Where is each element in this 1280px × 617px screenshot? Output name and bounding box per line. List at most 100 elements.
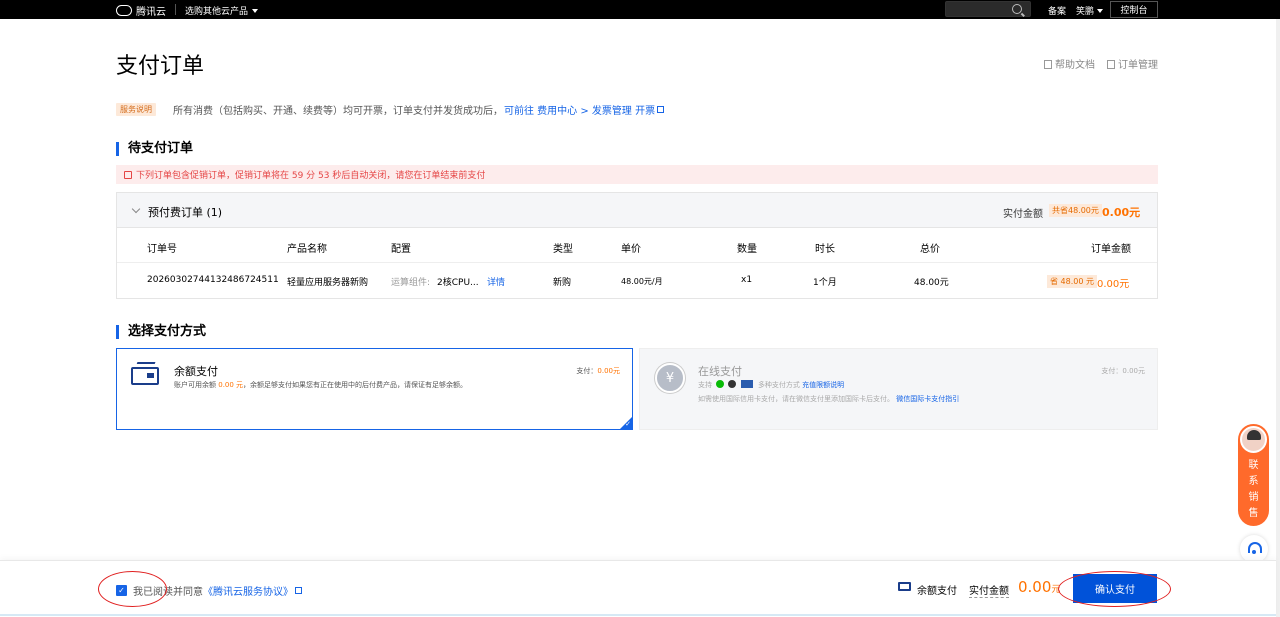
balance-pay-desc: 账户可用余额 0.00 元，余额足够支付如果您有正在使用中的后付费产品，请保证有… <box>174 380 467 390</box>
cloud-icon <box>116 5 132 16</box>
products-label: 选购其他云产品 <box>185 7 249 17</box>
order-group-label: 预付费订单 (1) <box>148 206 223 219</box>
cell-quantity: x1 <box>741 275 753 285</box>
online-pay-value: 0.00元 <box>1122 367 1145 375</box>
qq-pay-icon <box>728 380 737 388</box>
search-input[interactable] <box>945 1 1031 17</box>
bottom-amount: 0.00元 <box>1018 578 1060 596</box>
service-notice: 服务说明 所有消费（包括购买、开通、续费等）均可开票，订单支付并发货成功后， 可… <box>116 102 665 117</box>
methods-text: 多种支付方式 <box>757 381 800 389</box>
products-menu[interactable]: 选购其他云产品 <box>185 4 259 17</box>
document-icon <box>1044 60 1052 69</box>
col-duration: 时长 <box>815 244 835 255</box>
header-links: 帮助文档 订单管理 <box>1044 56 1158 71</box>
unionpay-icon <box>740 380 753 388</box>
speaker-icon <box>124 170 132 179</box>
col-unit-price: 单价 <box>621 244 641 255</box>
contact-char: 售 <box>1248 508 1259 519</box>
service-agreement-link[interactable]: 《腾讯云服务协议》 <box>203 583 293 598</box>
annotation-ellipse <box>98 571 167 607</box>
online-pay-methods: 支持 多种支付方式 充值限额说明 <box>698 380 844 390</box>
quota-link[interactable]: 充值限额说明 <box>802 381 844 389</box>
scrollbar[interactable] <box>1276 19 1280 617</box>
intl-card-text: 如需使用国际信用卡支付，请在微信支付里添加国际卡后支付。 <box>698 395 894 403</box>
invoice-link[interactable]: 可前往 费用中心 > 发票管理 开票 <box>504 102 655 117</box>
cell-config-value: 2核CPU... <box>437 278 479 288</box>
detail-link[interactable]: 详情 <box>487 275 505 288</box>
help-doc-link[interactable]: 帮助文档 <box>1044 56 1095 71</box>
order-manage-label: 订单管理 <box>1118 60 1158 71</box>
chevron-down-icon <box>252 8 259 13</box>
col-order-amount: 订单金额 <box>1091 244 1131 255</box>
annotation-ellipse <box>1058 571 1171 607</box>
balance-value: 0.00 元 <box>218 381 244 389</box>
order-manage-link[interactable]: 订单管理 <box>1107 56 1158 71</box>
balance-pay-value: 0.00元 <box>597 367 620 375</box>
col-order-no: 订单号 <box>147 244 177 255</box>
bottom-edge <box>0 614 1276 616</box>
cell-duration: 1个月 <box>813 278 837 288</box>
support-label: 支持 <box>698 381 712 389</box>
contact-char: 联 <box>1248 460 1259 471</box>
external-link-icon[interactable] <box>295 587 302 594</box>
contact-sales-button[interactable]: 联 系 销 售 <box>1238 424 1269 526</box>
console-button[interactable]: 控制台 <box>1110 1 1158 18</box>
bottom-action-bar: ✓ 我已阅读并同意 《腾讯云服务协议》 余额支付 实付金额 0.00元 确认支付 <box>0 560 1276 617</box>
saving-badge: 共省48.00元 <box>1049 204 1102 217</box>
online-pay-title: 在线支付 <box>698 365 742 378</box>
cell-total: 48.00元 <box>914 278 949 288</box>
actual-amount-label: 实付金额 <box>1003 209 1043 220</box>
bottom-actual-label: 实付金额 <box>969 582 1009 598</box>
contact-sales-label: 联 系 销 售 <box>1238 458 1269 522</box>
balance-desc-suffix: ，余额足够支付如果您有正在使用中的后付费产品，请保证有足够余额。 <box>243 381 468 389</box>
brand-logo[interactable]: 腾讯云 <box>116 3 166 18</box>
wallet-icon <box>898 582 911 591</box>
search-icon[interactable] <box>1012 4 1022 14</box>
brand-name: 腾讯云 <box>136 7 166 18</box>
nav-divider <box>175 4 176 15</box>
pending-orders-title: 待支付订单 <box>116 142 193 156</box>
payment-method-title: 选择支付方式 <box>116 325 206 339</box>
wechat-pay-icon <box>716 380 725 388</box>
balance-pay-title: 余额支付 <box>174 365 218 378</box>
help-doc-label: 帮助文档 <box>1055 60 1095 71</box>
intl-card-note: 如需使用国际信用卡支付，请在微信支付里添加国际卡后支付。 微信国际卡支付指引 <box>698 394 959 404</box>
grid-icon <box>1107 60 1115 69</box>
contact-char: 系 <box>1248 476 1259 487</box>
col-quantity: 数量 <box>737 244 757 255</box>
wallet-icon <box>131 367 159 385</box>
page-title: 支付订单 <box>116 54 205 79</box>
cell-config-label: 运算组件: <box>391 278 431 288</box>
avatar <box>1240 426 1267 453</box>
check-icon: ✓ <box>625 420 631 428</box>
cell-unit-price: 48.00元/月 <box>621 277 663 286</box>
balance-pay-option[interactable]: 余额支付 账户可用余额 0.00 元，余额足够支付如果您有正在使用中的后付费产品… <box>116 348 633 430</box>
beian-link[interactable]: 备案 <box>1048 4 1066 17</box>
cell-order-amount: 0.00元 <box>1097 279 1130 290</box>
user-menu[interactable]: 笑鹏 <box>1076 4 1104 17</box>
selected-pay-method: 余额支付 <box>917 586 957 597</box>
external-link-icon[interactable] <box>657 106 665 113</box>
online-pay-label: 支付： <box>1101 367 1123 375</box>
top-nav: 腾讯云 选购其他云产品 备案 笑鹏 控制台 <box>0 0 1280 19</box>
order-table: 预付费订单 (1) 实付金额 共省48.00元 0.00元 订单号 产品名称 配… <box>116 192 1158 299</box>
online-pay-option[interactable]: ¥ 在线支付 支持 多种支付方式 充值限额说明 如需使用国际信用卡支付，请在微信… <box>639 348 1158 430</box>
chevron-down-icon[interactable] <box>131 204 141 214</box>
actual-amount-value: 0.00元 <box>1102 206 1141 219</box>
col-product: 产品名称 <box>287 244 327 255</box>
headset-icon[interactable] <box>1240 535 1268 563</box>
bottom-amount-value: 0.00 <box>1018 578 1052 596</box>
col-config: 配置 <box>391 244 411 255</box>
row-divider <box>117 262 1157 263</box>
balance-desc-prefix: 账户可用余额 <box>174 381 216 389</box>
col-type: 类型 <box>553 244 573 255</box>
intl-card-link[interactable]: 微信国际卡支付指引 <box>896 395 959 403</box>
yuan-icon: ¥ <box>655 363 685 393</box>
cell-product: 轻量应用服务器新购 <box>287 278 369 288</box>
col-total: 总价 <box>920 244 940 255</box>
contact-char: 销 <box>1248 492 1259 503</box>
order-group-header[interactable]: 预付费订单 (1) 实付金额 共省48.00元 0.00元 <box>117 193 1157 228</box>
cell-order-no: 20260302744132486724511 <box>147 275 279 285</box>
balance-pay-amount: 支付：0.00元 <box>576 366 620 376</box>
cell-saving-badge: 省 48.00 元 <box>1047 275 1097 288</box>
